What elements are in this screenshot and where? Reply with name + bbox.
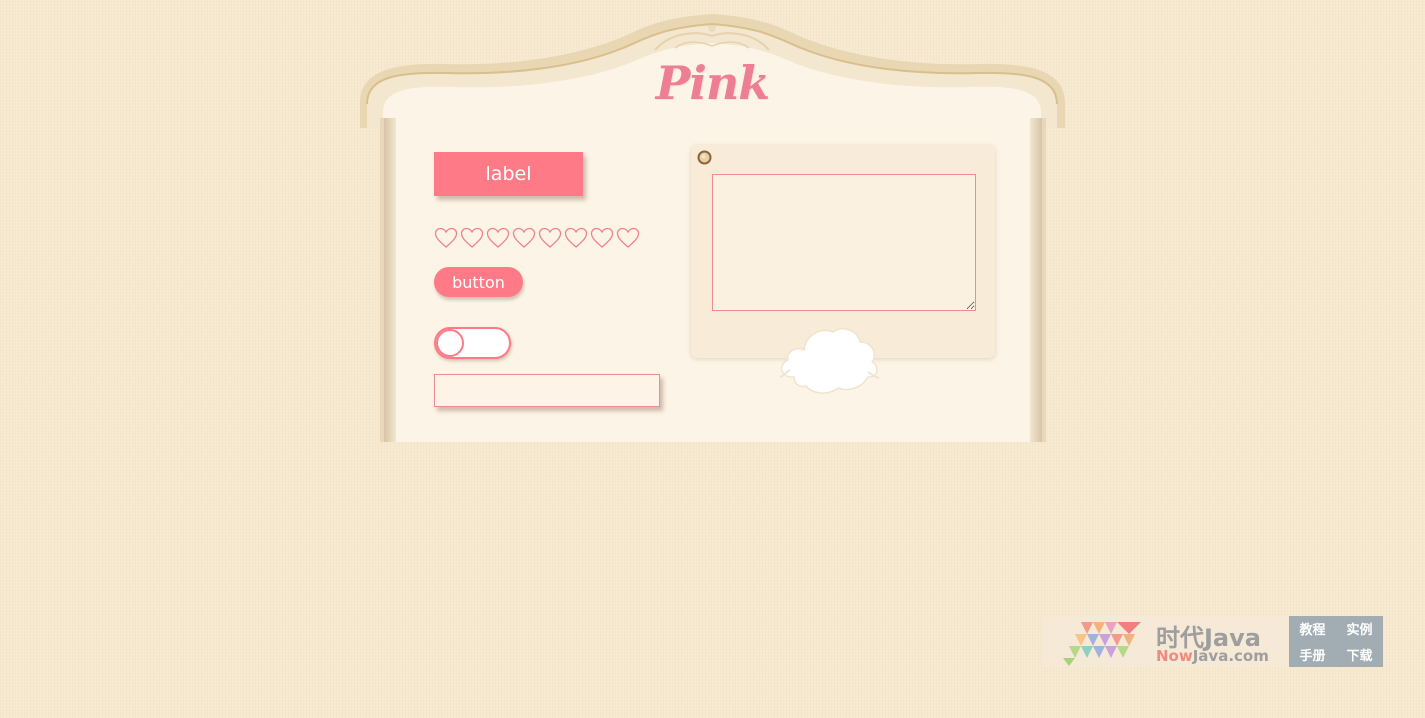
watermark-menu: 教程 实例 手册 下载 xyxy=(1289,616,1383,667)
watermark-subtitle-rest: Java.com xyxy=(1193,647,1269,665)
pin-icon xyxy=(697,150,712,165)
watermark-subtitle-accent: Now xyxy=(1156,647,1193,665)
heart-icon[interactable] xyxy=(564,226,588,250)
watermark-link-manual[interactable]: 手册 xyxy=(1289,642,1336,668)
text-input[interactable] xyxy=(434,374,660,407)
watermark-brand[interactable]: 时代Java NowJava.com xyxy=(1043,616,1289,667)
heart-icon[interactable] xyxy=(616,226,640,250)
heart-icon[interactable] xyxy=(460,226,484,250)
heart-icon[interactable] xyxy=(434,226,458,250)
page-title: Pink xyxy=(355,60,1070,106)
watermark-link-tutorials[interactable]: 教程 xyxy=(1289,616,1336,642)
heart-icon[interactable] xyxy=(512,226,536,250)
heart-icon[interactable] xyxy=(590,226,614,250)
heart-icon[interactable] xyxy=(538,226,562,250)
label-box: label xyxy=(434,152,583,196)
note-textarea[interactable] xyxy=(712,174,976,311)
cloud-icon xyxy=(776,322,881,397)
triangle-logo-icon xyxy=(1059,620,1149,666)
heart-icon[interactable] xyxy=(486,226,510,250)
pink-button[interactable]: button xyxy=(434,267,523,297)
toggle-switch[interactable] xyxy=(434,327,511,359)
watermark-link-download[interactable]: 下载 xyxy=(1336,642,1383,668)
watermark-link-examples[interactable]: 实例 xyxy=(1336,616,1383,642)
frame-header: Pink xyxy=(355,8,1070,133)
watermark-subtitle: NowJava.com xyxy=(1156,647,1269,665)
toggle-knob[interactable] xyxy=(436,329,464,357)
heart-rating[interactable] xyxy=(434,226,640,252)
